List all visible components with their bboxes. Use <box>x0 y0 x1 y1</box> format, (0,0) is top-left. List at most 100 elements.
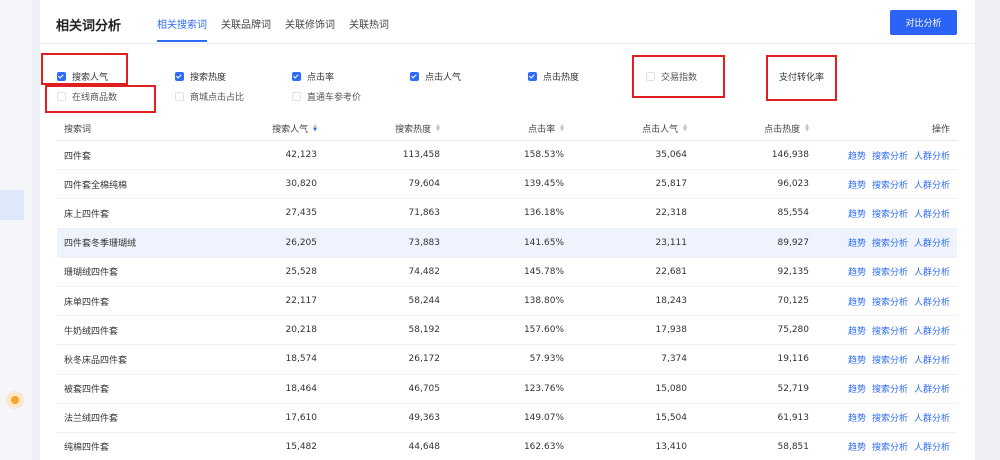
cell-click-popularity: 15,080 <box>655 383 688 394</box>
trend-link[interactable]: 趋势 <box>848 265 866 278</box>
crowd-analysis-link[interactable]: 人群分析 <box>914 295 950 308</box>
checkbox-checked-icon[interactable] <box>175 72 184 81</box>
trend-link[interactable]: 趋势 <box>848 149 866 162</box>
trend-link[interactable]: 趋势 <box>848 207 866 220</box>
search-analysis-link[interactable]: 搜索分析 <box>872 353 908 366</box>
indicator-label: 交易指数 <box>661 73 698 83</box>
crowd-analysis-link[interactable]: 人群分析 <box>914 382 950 395</box>
related-words-table: 搜索词 搜索人气 ▲ ▼ 搜索热度 ▲ ▼ 点击率 ▲ ▼ 点击人气 ▲ ▼ 点击热度 ▲ ▼ 操作… <box>57 116 957 460</box>
cell-actions: 趋势 搜索分析 人群分析 <box>842 433 950 460</box>
cell-search-word: 珊瑚绒四件套 <box>64 268 119 279</box>
indicator-click-rate[interactable]: 点击率 <box>292 70 334 83</box>
trend-link[interactable]: 趋势 <box>848 178 866 191</box>
table-row[interactable]: 被套四件套 18,464 46,705 123.76% 15,080 52,719 趋势 搜索… <box>57 375 957 404</box>
table-row[interactable]: 四件套冬季珊瑚绒 26,205 73,883 141.65% 23,111 89,927 趋… <box>57 228 957 258</box>
crowd-analysis-link[interactable]: 人群分析 <box>914 411 950 424</box>
indicator-mall-click-share[interactable]: 商城点击占比 <box>175 90 244 103</box>
trend-link[interactable]: 趋势 <box>848 236 866 249</box>
checkbox-unchecked-icon[interactable] <box>646 72 655 81</box>
indicator-ztc-reference-price[interactable]: 直通车参考价 <box>292 90 361 103</box>
cell-click-popularity: 15,504 <box>655 412 688 423</box>
cell-actions: 趋势 搜索分析 人群分析 <box>842 345 950 373</box>
trend-link[interactable]: 趋势 <box>848 411 866 424</box>
cell-search-popularity: 18,464 <box>285 383 318 394</box>
crowd-analysis-link[interactable]: 人群分析 <box>914 353 950 366</box>
tab-related-brand-words[interactable]: 关联品牌词 <box>221 16 271 42</box>
checkbox-checked-icon[interactable] <box>292 72 301 81</box>
crowd-analysis-link[interactable]: 人群分析 <box>914 207 950 220</box>
crowd-analysis-link[interactable]: 人群分析 <box>914 440 950 453</box>
checkbox-checked-icon[interactable] <box>410 72 419 81</box>
table-row[interactable]: 床单四件套 22,117 58,244 138.80% 18,243 70,125 趋势 搜索… <box>57 287 957 317</box>
cell-search-popularity: 22,117 <box>285 296 318 307</box>
tab-related-hot-words[interactable]: 关联热词 <box>349 16 389 42</box>
table-row[interactable]: 法兰绒四件套 17,610 49,363 149.07% 15,504 61,913 趋势搜… <box>57 404 957 433</box>
cell-click-heat: 58,851 <box>777 441 810 452</box>
search-analysis-link[interactable]: 搜索分析 <box>872 178 908 191</box>
checkbox-unchecked-icon[interactable] <box>175 92 184 101</box>
crowd-analysis-link[interactable]: 人群分析 <box>914 236 950 249</box>
table-row[interactable]: 纯棉四件套 15,482 44,648 162.63% 13,410 58,851 趋势 搜索… <box>57 433 957 460</box>
cell-search-heat: 44,648 <box>408 441 441 452</box>
sidebar-selected-item[interactable] <box>0 190 24 220</box>
cell-search-word: 四件套 <box>64 151 92 162</box>
search-analysis-link[interactable]: 搜索分析 <box>872 324 908 337</box>
cell-click-popularity: 23,111 <box>655 237 688 248</box>
indicator-online-products[interactable]: 在线商品数 <box>57 90 117 103</box>
sort-icon[interactable]: ▲ ▼ <box>805 124 809 133</box>
crowd-analysis-link[interactable]: 人群分析 <box>914 324 950 337</box>
checkbox-checked-icon[interactable] <box>528 72 537 81</box>
trend-link[interactable]: 趋势 <box>848 353 866 366</box>
cell-search-word: 四件套冬季珊瑚绒 <box>64 239 137 250</box>
checkbox-checked-icon[interactable] <box>57 72 66 81</box>
trend-link[interactable]: 趋势 <box>848 295 866 308</box>
indicator-label: 直通车参考价 <box>307 93 362 103</box>
compare-analysis-button[interactable]: 对比分析 <box>890 10 957 35</box>
tab-related-search-words[interactable]: 相关搜索词 <box>157 16 207 42</box>
table-row[interactable]: 珊瑚绒四件套 25,528 74,482 145.78% 22,681 92,135 趋势搜… <box>57 258 957 287</box>
cell-click-heat: 85,554 <box>777 208 810 219</box>
column-header-click-popularity[interactable]: 点击人气 ▲ ▼ <box>642 116 687 140</box>
indicator-search-popularity[interactable]: 搜索人气 <box>57 70 108 83</box>
table-row[interactable]: 牛奶绒四件套 20,218 58,192 157.60% 17,938 75,280 趋势搜… <box>57 316 957 346</box>
indicator-search-heat[interactable]: 搜索热度 <box>175 70 226 83</box>
cell-click-rate: 139.45% <box>523 179 564 190</box>
tab-related-modifier-words[interactable]: 关联修饰词 <box>285 16 335 42</box>
indicator-payment-conversion[interactable]: 支付转化率 <box>779 70 824 83</box>
column-header-click-rate[interactable]: 点击率 ▲ ▼ <box>528 116 564 140</box>
indicator-transaction-index[interactable]: 交易指数 <box>646 70 697 83</box>
column-header-search-heat[interactable]: 搜索热度 ▲ ▼ <box>395 116 440 140</box>
indicator-click-heat[interactable]: 点击热度 <box>528 70 579 83</box>
checkbox-unchecked-icon[interactable] <box>57 92 66 101</box>
cell-search-word: 秋冬床品四件套 <box>64 355 128 366</box>
checkbox-unchecked-icon[interactable] <box>292 92 301 101</box>
search-analysis-link[interactable]: 搜索分析 <box>872 236 908 249</box>
cell-actions: 趋势 搜索分析 人群分析 <box>842 316 950 344</box>
search-analysis-link[interactable]: 搜索分析 <box>872 411 908 424</box>
sort-icon[interactable]: ▲ ▼ <box>436 124 440 133</box>
trend-link[interactable]: 趋势 <box>848 324 866 337</box>
column-header-click-heat[interactable]: 点击热度 ▲ ▼ <box>764 116 809 140</box>
crowd-analysis-link[interactable]: 人群分析 <box>914 265 950 278</box>
table-row[interactable]: 四件套 42,123 113,458 158.53% 35,064 146,938 趋势 搜索… <box>57 141 957 171</box>
sort-icon[interactable]: ▲ ▼ <box>313 124 317 133</box>
search-analysis-link[interactable]: 搜索分析 <box>872 207 908 220</box>
search-analysis-link[interactable]: 搜索分析 <box>872 382 908 395</box>
sort-icon[interactable]: ▲ ▼ <box>560 124 564 133</box>
crowd-analysis-link[interactable]: 人群分析 <box>914 178 950 191</box>
search-analysis-link[interactable]: 搜索分析 <box>872 265 908 278</box>
column-header-search-popularity[interactable]: 搜索人气 ▲ ▼ <box>272 116 317 140</box>
crowd-analysis-link[interactable]: 人群分析 <box>914 149 950 162</box>
search-analysis-link[interactable]: 搜索分析 <box>872 149 908 162</box>
cell-click-rate: 157.60% <box>523 325 564 336</box>
table-row[interactable]: 秋冬床品四件套 18,574 26,172 57.93% 7,374 19,116 趋势 搜索… <box>57 345 957 375</box>
search-analysis-link[interactable]: 搜索分析 <box>872 295 908 308</box>
table-row[interactable]: 四件套全棉纯棉 30,820 79,604 139.45% 25,817 96,023 趋势… <box>57 170 957 200</box>
search-analysis-link[interactable]: 搜索分析 <box>872 440 908 453</box>
indicator-click-popularity[interactable]: 点击人气 <box>410 70 461 83</box>
sort-icon[interactable]: ▲ ▼ <box>683 124 687 133</box>
trend-link[interactable]: 趋势 <box>848 440 866 453</box>
table-row[interactable]: 床上四件套 27,435 71,863 136.18% 22,318 85,554 趋势 搜索… <box>57 199 957 229</box>
cell-search-popularity: 42,123 <box>285 150 318 161</box>
trend-link[interactable]: 趋势 <box>848 382 866 395</box>
